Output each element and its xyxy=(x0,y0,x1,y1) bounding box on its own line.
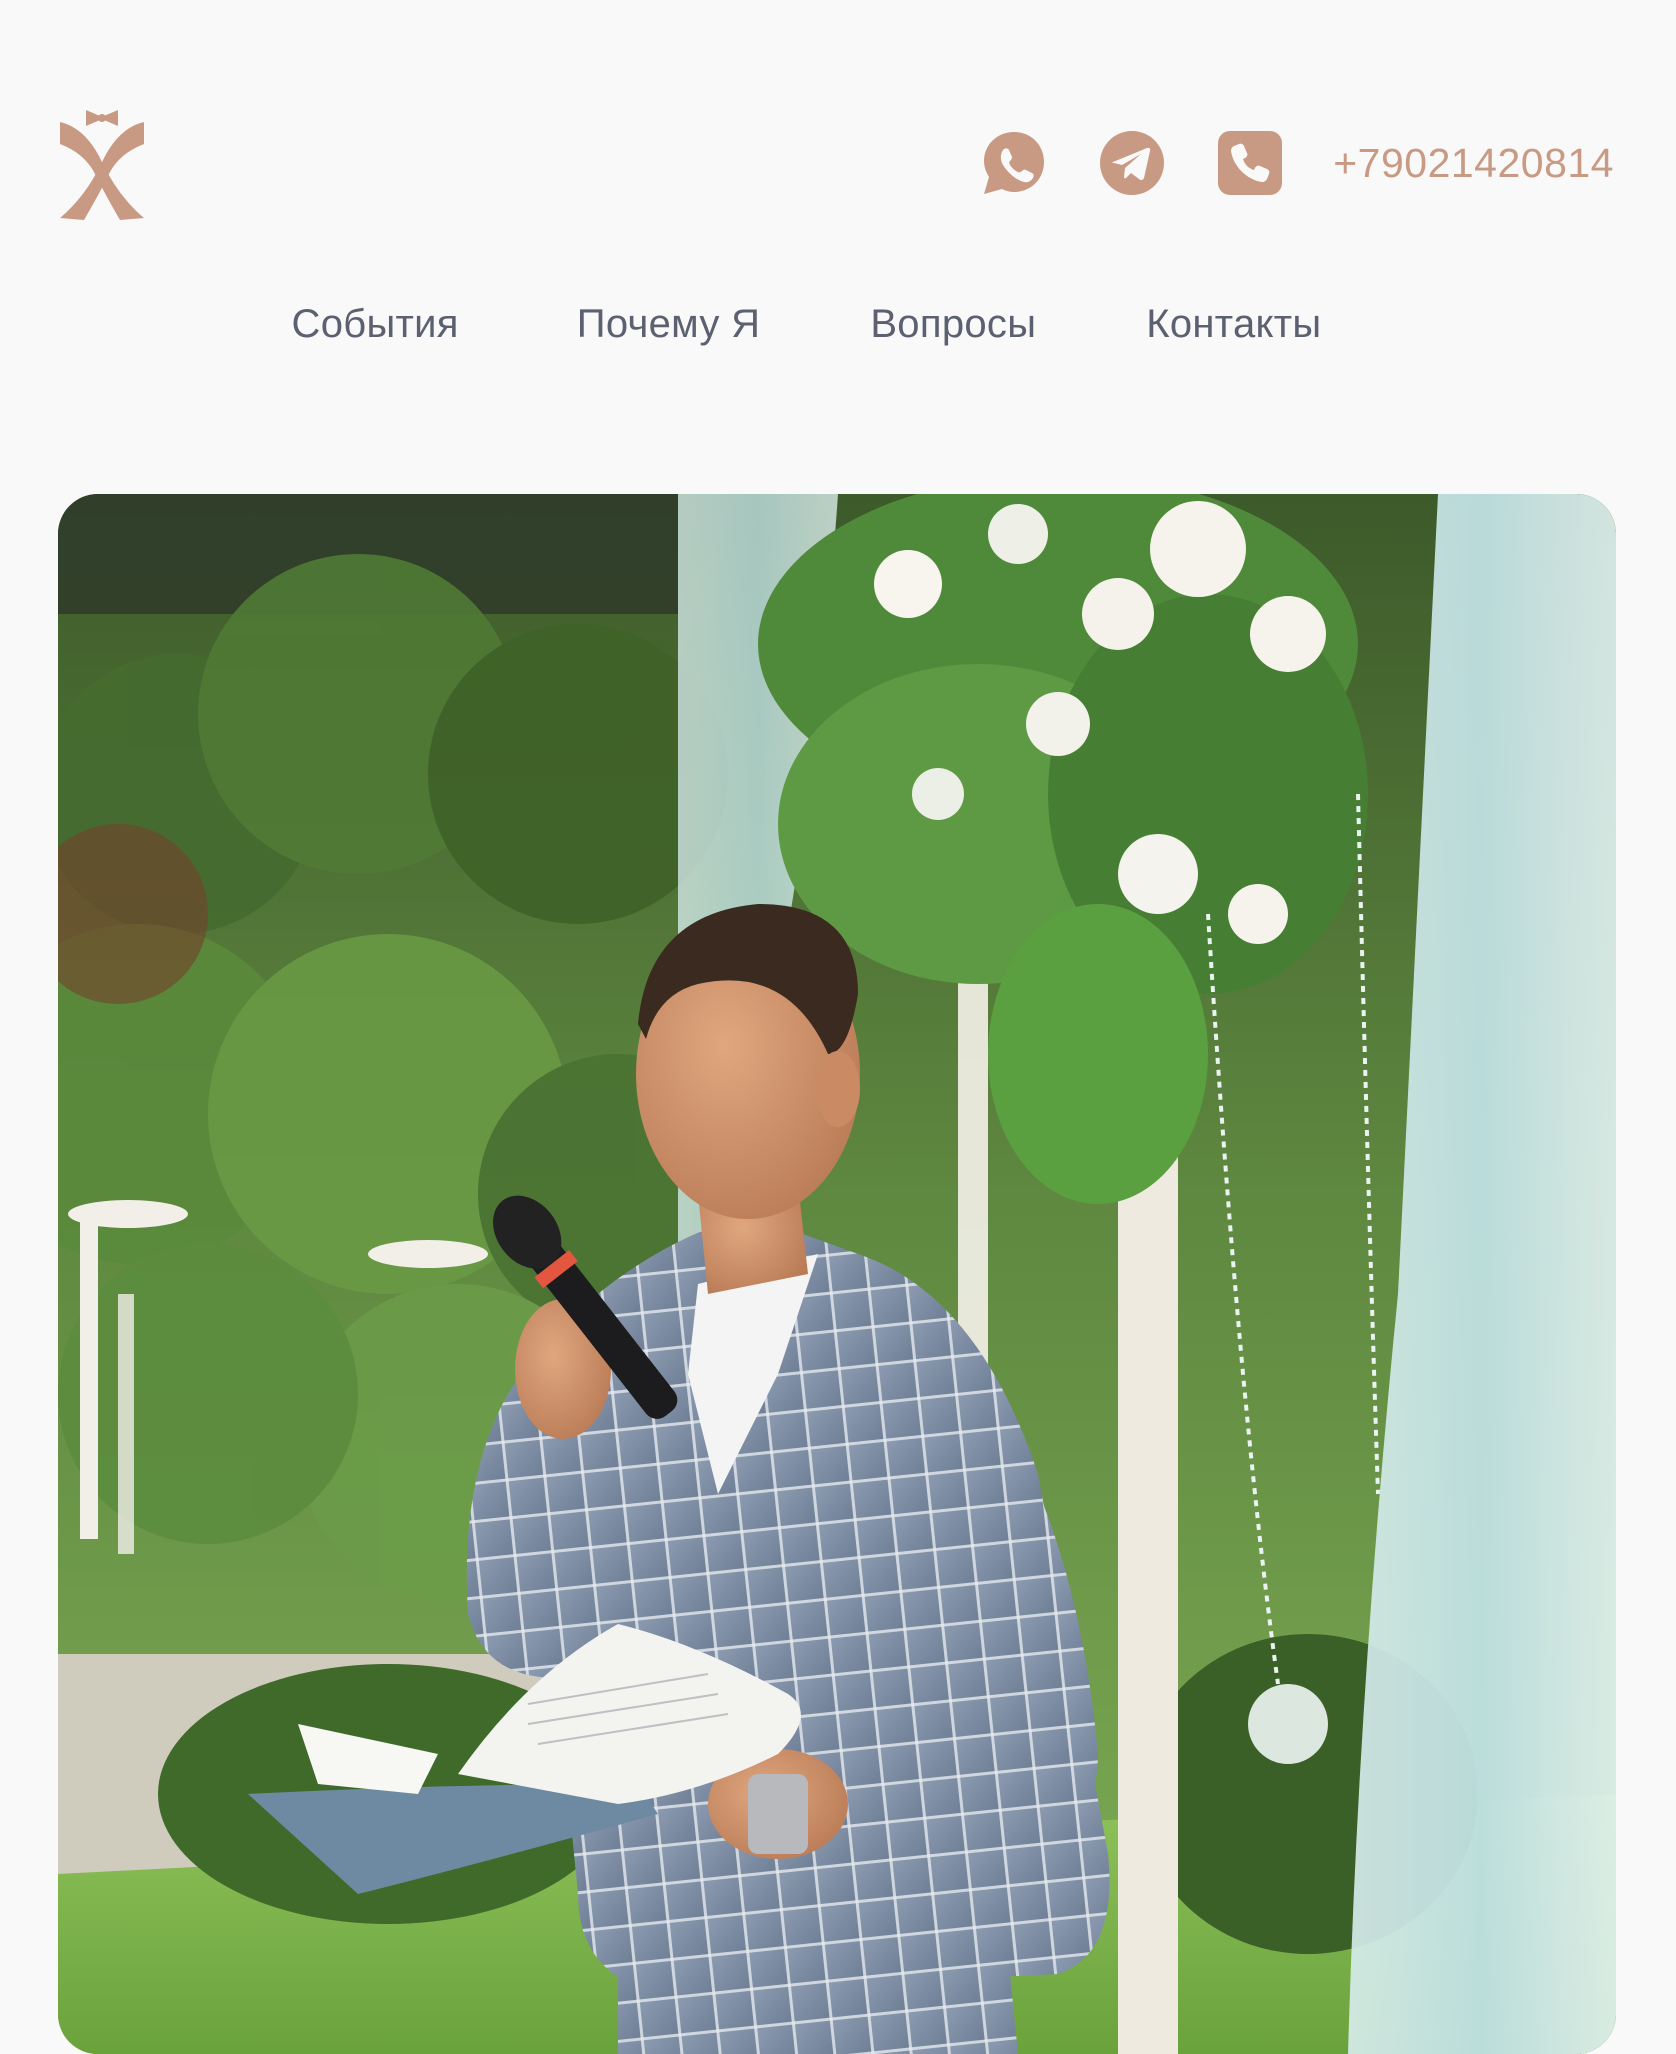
nav-item-why-me[interactable]: Почему Я xyxy=(577,302,761,347)
contact-links: +79021420814 xyxy=(981,128,1614,198)
bowtie-x-logo[interactable] xyxy=(56,104,148,222)
nav-item-contacts[interactable]: Контакты xyxy=(1146,302,1321,347)
nav-item-events[interactable]: События xyxy=(292,302,459,347)
hero-photo xyxy=(58,494,1616,2054)
host-speaking-at-wedding-ceremony-photo xyxy=(58,494,1616,2054)
telegram-icon[interactable] xyxy=(1099,130,1165,196)
phone-number-link[interactable]: +79021420814 xyxy=(1333,140,1614,187)
nav-item-questions[interactable]: Вопросы xyxy=(870,302,1036,347)
main-nav: События Почему Я Вопросы Контакты xyxy=(0,302,1676,347)
whatsapp-icon[interactable] xyxy=(981,130,1047,196)
phone-icon[interactable] xyxy=(1217,130,1283,196)
site-header: +79021420814 События Почему Я Вопросы Ко… xyxy=(0,0,1676,346)
